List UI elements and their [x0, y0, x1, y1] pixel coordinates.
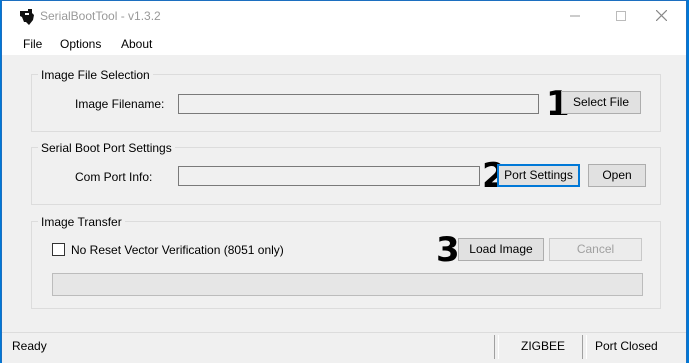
no-reset-vector-checkbox[interactable]	[52, 243, 65, 256]
close-button[interactable]	[638, 1, 684, 31]
com-port-label: Com Port Info:	[75, 170, 153, 184]
com-port-field[interactable]	[178, 166, 480, 186]
no-reset-vector-label: No Reset Vector Verification (8051 only)	[71, 243, 284, 257]
ti-logo-icon	[20, 9, 34, 25]
group-title: Serial Boot Port Settings	[38, 141, 175, 155]
status-bar: Ready ZIGBEE Port Closed	[2, 332, 686, 363]
minimize-icon	[570, 15, 580, 17]
cancel-button[interactable]: Cancel	[549, 238, 642, 261]
status-port: Port Closed	[595, 339, 658, 353]
open-port-button[interactable]: Open	[588, 164, 646, 187]
step-3-marker: 3	[436, 230, 460, 270]
maximize-icon	[616, 11, 626, 21]
group-title: Image Transfer	[38, 215, 125, 229]
image-filename-field[interactable]	[178, 94, 539, 114]
image-filename-label: Image Filename:	[75, 97, 165, 111]
load-image-button[interactable]: Load Image	[458, 238, 544, 261]
menu-about[interactable]: About	[121, 37, 152, 51]
port-settings-button[interactable]: Port Settings	[497, 164, 580, 187]
window-title: SerialBootTool - v1.3.2	[40, 9, 161, 23]
minimize-button[interactable]	[552, 1, 598, 31]
app-window: SerialBootTool - v1.3.2 File Options Abo…	[1, 0, 687, 363]
status-protocol: ZIGBEE	[521, 339, 566, 353]
select-file-button[interactable]: Select File	[561, 91, 641, 114]
menu-bar: File Options About	[2, 31, 686, 55]
status-separator	[582, 335, 587, 359]
transfer-progress-bar	[52, 273, 643, 296]
title-bar[interactable]: SerialBootTool - v1.3.2	[2, 1, 686, 31]
menu-file[interactable]: File	[23, 37, 42, 51]
menu-options[interactable]: Options	[60, 37, 101, 51]
status-separator	[494, 335, 499, 359]
group-title: Image File Selection	[38, 68, 153, 82]
close-icon	[655, 9, 667, 22]
status-ready: Ready	[12, 339, 47, 353]
